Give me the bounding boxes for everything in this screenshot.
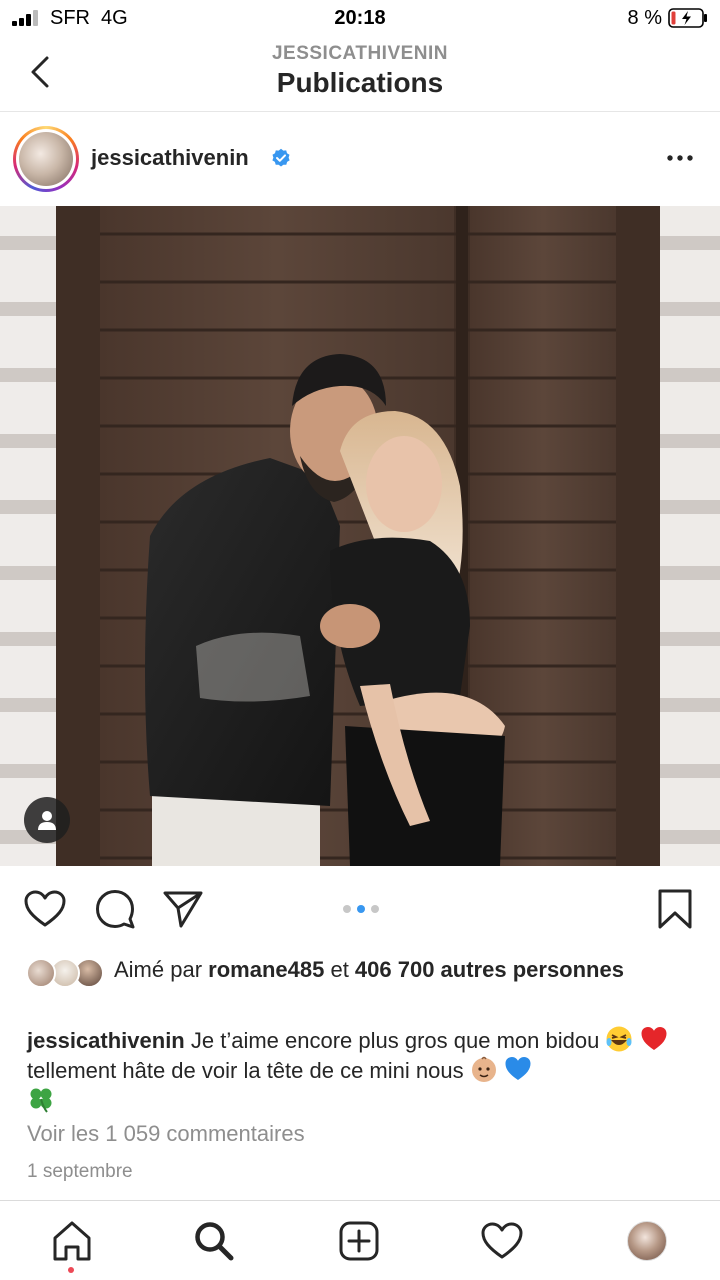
post-header: jessicathivenin — [0, 112, 720, 206]
likes-conjunction: et — [324, 957, 355, 982]
four-leaf-clover-emoji-icon — [30, 1088, 52, 1113]
like-button[interactable] — [22, 886, 68, 932]
post-caption: jessicathivenin Je t’aime encore plus gr… — [27, 1025, 697, 1115]
likes-count[interactable]: Aimé par romane485 et 406 700 autres per… — [114, 956, 674, 984]
nav-profile[interactable] — [623, 1217, 671, 1265]
photo-illustration — [0, 206, 720, 866]
blue-heart-emoji-icon — [505, 1057, 531, 1080]
baby-emoji-icon — [471, 1056, 496, 1082]
likes-prefix: Aimé par — [114, 957, 209, 982]
search-icon — [195, 1222, 234, 1261]
red-heart-emoji-icon — [641, 1027, 667, 1050]
plus-square-icon — [339, 1221, 379, 1261]
home-icon — [53, 1221, 91, 1261]
battery-icon — [668, 8, 707, 28]
status-bar: SFR 4G 20:18 8 % — [0, 0, 720, 38]
heart-icon — [24, 890, 66, 927]
comment-button[interactable] — [92, 886, 138, 932]
carousel-indicator — [336, 903, 386, 915]
home-notification-dot — [68, 1267, 74, 1273]
user-tag-icon — [38, 811, 56, 830]
carousel-dot — [371, 905, 379, 913]
laughing-emoji-icon — [606, 1026, 632, 1052]
caption-text: Je t’aime encore plus gros que mon bidou — [184, 1028, 606, 1053]
liker-avatars[interactable] — [26, 958, 106, 988]
story-avatar[interactable] — [13, 126, 79, 192]
liker-username[interactable]: romane485 — [208, 957, 324, 982]
heart-icon — [481, 1222, 523, 1259]
view-comments-link[interactable]: Voir les 1 059 commentaires — [27, 1121, 305, 1147]
bookmark-icon — [658, 889, 692, 929]
nav-create[interactable] — [335, 1217, 383, 1265]
comment-icon — [96, 890, 135, 929]
carousel-dot-active — [357, 905, 365, 913]
post-photo[interactable] — [0, 206, 720, 866]
battery-percent: 8 % — [627, 7, 662, 29]
avatar — [19, 132, 73, 186]
nav-home[interactable] — [48, 1217, 96, 1265]
bottom-nav — [0, 1200, 720, 1280]
post-actions — [0, 866, 720, 950]
post-date: 1 septembre — [27, 1161, 133, 1182]
nav-search[interactable] — [190, 1217, 238, 1265]
caption-text-continued: tellement hâte de voir la tête de ce min… — [27, 1058, 470, 1083]
verified-badge-icon — [272, 148, 290, 167]
caption-username[interactable]: jessicathivenin — [27, 1028, 185, 1053]
carousel-dot — [343, 905, 351, 913]
save-button[interactable] — [652, 886, 698, 932]
clock: 20:18 — [334, 7, 386, 29]
liker-avatar — [26, 958, 56, 988]
nav-activity[interactable] — [478, 1217, 526, 1265]
tagged-users-button[interactable] — [24, 797, 70, 843]
account-name-header: JESSICATHIVENIN — [271, 43, 449, 64]
page-title: Publications — [276, 67, 444, 98]
share-button[interactable] — [160, 886, 206, 932]
post-username[interactable]: jessicathivenin — [91, 145, 249, 171]
profile-avatar — [627, 1221, 667, 1261]
nav-header: JESSICATHIVENIN Publications — [0, 38, 720, 112]
more-options-button[interactable] — [664, 144, 696, 172]
more-horizontal-icon — [667, 155, 693, 161]
likes-row: Aimé par romane485 et 406 700 autres per… — [0, 950, 720, 1026]
send-icon — [163, 891, 203, 928]
likes-others[interactable]: 406 700 autres personnes — [355, 957, 624, 982]
